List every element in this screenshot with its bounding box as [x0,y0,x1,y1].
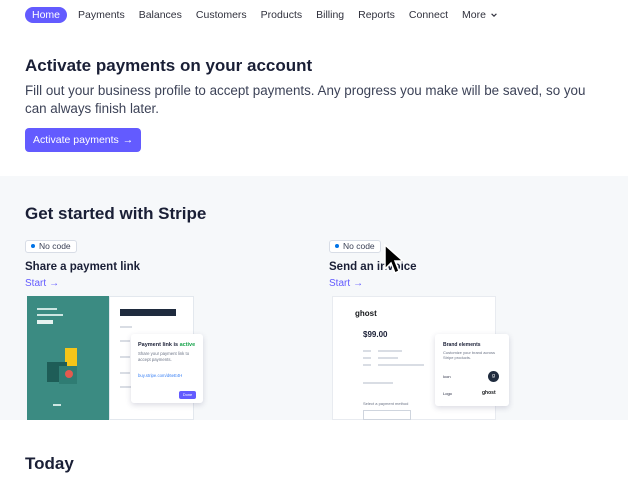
mouse-cursor-icon [384,243,405,275]
invoice-line [378,364,424,366]
popup-text: Customize your brand across Stripe produ… [443,350,496,360]
popup-url: buy.stripe.com/d6eE4H [138,373,183,378]
arrow-right-icon: → [122,134,134,146]
arrow-right-icon: → [353,278,364,289]
payment-method-label: Select a payment method [363,401,409,406]
nav-billing[interactable]: Billing [316,7,344,23]
payment-link-card: No code Share a payment link Start → [25,235,295,291]
no-code-badge: No code [25,239,77,253]
nav-more-label: More [462,9,486,21]
payment-link-title: Share a payment link [25,261,141,273]
form-line [120,340,130,342]
start-label: Start [25,278,47,289]
no-code-badge: No code [329,239,381,253]
invoice-line [378,350,402,352]
brand-logo: ghost [482,390,496,396]
nav-reports[interactable]: Reports [358,7,395,23]
payment-link-active-popup: Payment link is active Share your paymen… [131,334,203,403]
popup-title: Payment link is active [138,342,196,348]
badge-label: No code [39,241,71,251]
arrow-right-icon: → [49,278,60,289]
badge-dot-icon [31,244,35,248]
payment-link-illustration-panel [27,296,109,420]
nav-balances[interactable]: Balances [139,7,182,23]
invoice-line [363,364,371,366]
activate-title: Activate payments on your account [25,56,313,75]
chevron-down-icon [491,13,497,17]
form-line [120,372,130,374]
invoice-title: Send an invoice [329,261,417,273]
activate-description: Fill out your business profile to accept… [25,83,586,116]
invoice-amount: $99.00 [363,330,388,339]
popup-text: Share your payment link to accept paymen… [138,351,190,362]
brand-elements-popup: Brand elements Customize your brand acro… [435,334,509,406]
brand-icon: g [488,371,499,382]
top-nav: Home Payments Balances Customers Product… [0,0,628,30]
nav-home[interactable]: Home [25,7,68,23]
payment-link-start-link[interactable]: Start → [25,278,59,289]
invoice-line [363,357,371,359]
activate-section: Activate payments on your account Fill o… [0,30,628,176]
today-section: Today [0,420,628,480]
invoice-start-link[interactable]: Start → [329,278,363,289]
product-art-icon [47,348,77,384]
ghost-logo: ghost [355,309,377,318]
activate-payments-button[interactable]: Activate payments → [25,128,142,152]
checkout-header-bar [120,309,176,316]
nav-customers[interactable]: Customers [196,7,247,23]
invoice-card: No code Send an invoice Start → [329,235,599,291]
badge-label: No code [343,241,375,251]
invoice-line [378,357,398,359]
popup-status: active [179,342,196,348]
invoice-line [363,382,393,384]
nav-payments[interactable]: Payments [78,7,125,23]
popup-done-button: Done [179,391,196,399]
start-label: Start [329,278,351,289]
icon-label: Icon [443,374,451,379]
popup-title: Brand elements [443,342,481,348]
logo-label: Logo [443,391,452,396]
badge-dot-icon [335,244,339,248]
nav-connect[interactable]: Connect [409,7,448,23]
form-line [120,356,130,358]
invoice-line [363,350,371,352]
get-started-title: Get started with Stripe [25,204,207,223]
today-title: Today [25,454,74,473]
payment-method-box [363,410,411,420]
nav-more[interactable]: More [462,7,498,23]
form-line [120,326,132,328]
activate-button-label: Activate payments [33,134,119,146]
nav-products[interactable]: Products [261,7,302,23]
